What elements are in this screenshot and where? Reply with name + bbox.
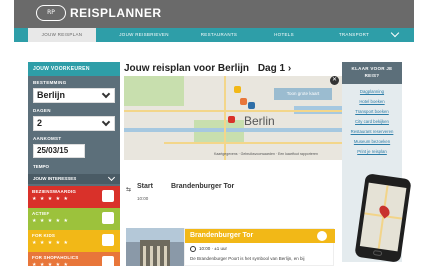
chevron-down-icon <box>107 173 116 182</box>
route-map[interactable]: Berlin Toon grote kaart Kaartgegevens · … <box>124 76 344 160</box>
category-stars[interactable]: ★ ★ ★ ★ ★ <box>32 218 69 224</box>
map-pin-icon[interactable] <box>240 98 247 105</box>
link-transport-boeken[interactable]: Transport boeken <box>342 109 402 114</box>
photo-column <box>150 246 153 266</box>
days-label: DAGEN <box>33 108 51 113</box>
category-bezienswaardig[interactable]: BEZIENSWAARDIG ★ ★ ★ ★ ★ <box>28 186 120 208</box>
chevron-down-icon <box>101 117 111 127</box>
link-restaurant-reserveren[interactable]: Restaurant reserveren <box>342 129 402 134</box>
day-selector[interactable]: Dag 1 › <box>258 63 291 74</box>
map-credits: Kaartgegevens · Gebruiksvoorwaarden · Ee… <box>214 152 318 156</box>
attraction-card[interactable]: Brandenburger Tor 10:00 · ±1 uur De Bran… <box>184 228 335 266</box>
category-actief[interactable]: ACTIEF ★ ★ ★ ★ ★ <box>28 208 120 230</box>
show-large-map-button[interactable]: Toon grote kaart <box>274 88 332 100</box>
start-place: Brandenburger Tor <box>171 183 235 190</box>
link-print-reisplan[interactable]: Print je reisplan <box>342 149 402 154</box>
category-stars[interactable]: ★ ★ ★ ★ ★ <box>32 262 69 266</box>
app-title: REISPLANNER <box>70 6 162 20</box>
preferences-heading: JOUW VOORKEUREN <box>28 62 120 76</box>
map-road <box>224 76 226 160</box>
destination-label: BESTEMMING <box>33 80 67 85</box>
map-river <box>124 128 344 132</box>
activity-icon <box>102 212 114 224</box>
brandenburger-tor-photo <box>126 228 184 266</box>
category-for-kids[interactable]: FOR KIDS ★ ★ ★ ★ ★ <box>28 230 120 252</box>
interests-toggle[interactable]: JOUW INTERESSES <box>28 173 120 184</box>
map-pin-icon[interactable] <box>234 86 241 93</box>
category-stars[interactable]: ★ ★ ★ ★ ★ <box>32 240 69 246</box>
category-stars[interactable]: ★ ★ ★ ★ ★ <box>32 196 69 202</box>
start-arrow-icon: ⇆ <box>126 187 132 193</box>
destination-value: Berlijn <box>37 90 66 100</box>
page-title: Jouw reisplan voor Berlijn Dag 1 › <box>124 63 291 74</box>
clock-icon <box>190 246 196 252</box>
booking-heading: KLAAR VOOR JE REIS? <box>342 62 402 84</box>
photo-column <box>164 246 167 266</box>
monument-icon <box>102 190 114 202</box>
booking-heading-line-1: KLAAR VOOR JE <box>351 66 393 71</box>
page: RP REISPLANNER JOUW REISPLAN JOUW REISBR… <box>0 0 422 266</box>
booking-heading-line-2: REIS? <box>364 73 380 78</box>
preferences-panel: JOUW VOORKEUREN BESTEMMING Berlijn DAGEN… <box>28 62 120 266</box>
link-city-card[interactable]: City card bekijken <box>342 119 402 124</box>
photo-column <box>143 246 146 266</box>
tab-hotels[interactable]: HOTELS <box>254 28 314 42</box>
map-road <box>124 110 344 112</box>
shopping-icon <box>102 256 114 266</box>
category-name: FOR KIDS <box>32 233 56 238</box>
plan-title: Jouw reisplan voor Berlijn <box>124 63 250 74</box>
arrival-date-input[interactable]: 25/03/15 <box>33 144 85 158</box>
speech-bubble-icon <box>317 231 327 241</box>
photo-column <box>157 246 160 266</box>
category-name: FOR SHOPAHOLICS <box>32 255 79 260</box>
card-time: 10:00 · ±1 uur <box>190 246 227 252</box>
tabs-chevron-down-icon[interactable] <box>390 28 400 38</box>
link-dagplanning[interactable]: Dagplanning <box>342 89 402 94</box>
logo[interactable]: RP <box>36 5 66 21</box>
category-name: ACTIEF <box>32 211 50 216</box>
phone-screen-map <box>359 182 407 252</box>
days-select[interactable]: 2 <box>33 116 115 131</box>
tab-jouw-reisplan[interactable]: JOUW REISPLAN <box>28 28 96 42</box>
map-park <box>124 76 184 106</box>
main-tabs: JOUW REISPLAN JOUW REISBRIEVEN RESTAURAN… <box>14 28 414 42</box>
top-brand-bar: RP REISPLANNER <box>14 0 414 28</box>
map-pin-icon[interactable] <box>248 102 255 109</box>
card-title: Brandenburger Tor <box>185 229 335 243</box>
tempo-label: TEMPO <box>33 164 50 169</box>
card-description: De Brandenburger Poort is het symbool va… <box>190 256 305 261</box>
tab-restaurants[interactable]: RESTAURANTS <box>184 28 254 42</box>
close-icon[interactable]: ✕ <box>330 76 339 85</box>
start-label: Start <box>137 183 153 190</box>
phone-home-button <box>372 249 383 257</box>
map-city-label: Berlin <box>244 114 275 128</box>
destination-select[interactable]: Berlijn <box>33 88 115 103</box>
link-museum-bezoeken[interactable]: Museum bezoeken <box>342 139 402 144</box>
tab-jouw-reisbrieven[interactable]: JOUW REISBRIEVEN <box>104 28 184 42</box>
chevron-down-icon <box>101 89 111 99</box>
map-road <box>164 142 344 144</box>
kids-icon <box>102 234 114 246</box>
tab-transport[interactable]: TRANSPORT <box>324 28 384 42</box>
category-name: BEZIENSWAARDIG <box>32 189 77 194</box>
days-value: 2 <box>37 118 43 128</box>
map-pin-icon[interactable] <box>228 116 235 123</box>
category-for-shopaholics[interactable]: FOR SHOPAHOLICS ★ ★ ★ ★ ★ <box>28 252 120 266</box>
start-time: 10:00 <box>137 196 149 201</box>
card-time-text: 10:00 · ±1 uur <box>199 246 227 252</box>
interests-label: JOUW INTERESSES <box>33 176 77 181</box>
link-hotel-boeken[interactable]: Hotel boeken <box>342 99 402 104</box>
arrival-label: AANKOMST <box>33 136 62 141</box>
